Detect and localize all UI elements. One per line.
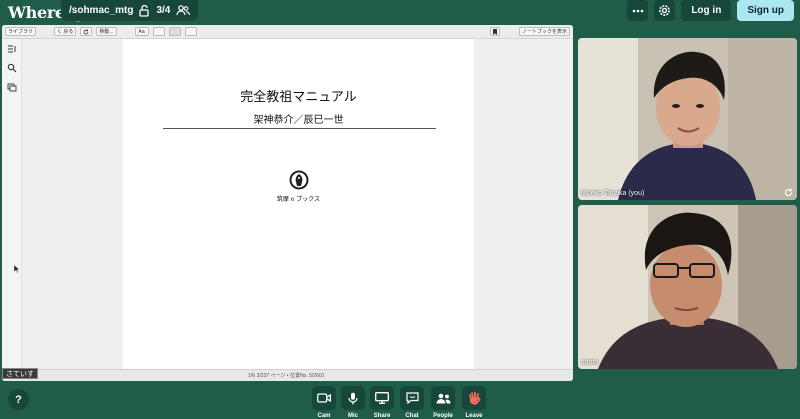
switch-camera-icon[interactable] [784,188,793,197]
cam-button[interactable]: Cam [312,386,336,419]
reading-location: 1% 3/237 ページ • 位置No. 5/2601 [248,373,325,379]
font-button[interactable]: Aa [134,27,149,36]
header-actions: Log in Sign up [627,0,794,21]
gear-icon [659,5,671,16]
participant-video [578,38,797,200]
publisher-logo-icon [289,170,309,190]
bookmark-icon [493,28,497,35]
share-button[interactable]: Share [370,386,394,419]
single-page-view-button[interactable] [152,27,165,36]
help-button[interactable]: ? [8,389,29,410]
people-icon [436,393,451,403]
reading-progress-bar: 1% 3/237 ページ • 位置No. 5/2601 [2,369,573,381]
left-margin [22,39,123,369]
participant-name: Moeko Tanaka (you) [581,190,645,197]
monitor-icon [375,392,389,404]
room-info: /sohmac_mtg 3/4 [61,0,199,21]
flashcards-icon[interactable] [7,82,17,92]
search-icon[interactable] [7,63,17,73]
publisher-name: 筑摩 e ブックス [276,196,321,203]
bookmark-button[interactable] [490,27,500,36]
video-tile-self[interactable]: Moeko Tanaka (you) [578,38,797,200]
settings-button[interactable] [654,0,676,21]
back-button[interactable]: く 戻る [54,27,77,36]
room-name: /sohmac_mtg [69,5,134,16]
shared-screen-caption: さていす [2,368,38,379]
camera-icon [317,393,331,403]
participant-video [578,205,797,369]
people-button[interactable]: People [431,386,455,419]
waving-hand-icon [468,391,481,405]
participant-count: 3/4 [156,5,171,16]
notebook-button[interactable]: ノートブックを表示 [518,27,570,36]
chat-bubble-icon [405,392,419,404]
reload-button[interactable] [80,27,93,36]
title-divider [163,128,436,129]
mouse-cursor-icon [14,265,20,273]
ebook-side-rail [2,39,22,369]
login-button[interactable]: Log in [681,0,732,21]
book-author: 架神恭介／辰巳一世 [253,115,344,126]
leave-button[interactable]: Leave [462,386,486,419]
ebook-toolbar: ライブラリ く 戻る 移動... Aa ノートブックを表示 [2,25,573,39]
mic-button[interactable]: Mic [341,386,365,419]
people-icon [176,5,191,16]
participant-name: soma [581,359,599,366]
unlocked-icon[interactable] [139,4,150,17]
signup-button[interactable]: Sign up [737,0,794,21]
leave-label: Leave [465,413,483,419]
grid-view-button[interactable] [184,27,197,36]
library-button[interactable]: ライブラリ [5,27,37,36]
move-dropdown[interactable]: 移動... [96,27,117,36]
book-page: 完全教祖マニュアル 架神恭介／辰巳一世 筑摩 e ブックス [123,39,474,369]
more-menu-button[interactable] [627,0,649,21]
microphone-icon [348,392,358,404]
two-page-view-button[interactable] [168,27,181,36]
table-of-contents-icon[interactable] [7,44,17,54]
right-margin [474,39,573,369]
reload-icon [84,29,89,34]
book-title: 完全教祖マニュアル [240,90,357,105]
chat-button[interactable]: Chat [400,386,424,419]
video-tile-remote[interactable]: soma [578,205,797,369]
shared-screen: ライブラリ く 戻る 移動... Aa ノートブックを表示 完全教祖マニュアル … [2,25,573,381]
ellipsis-icon [632,9,644,12]
